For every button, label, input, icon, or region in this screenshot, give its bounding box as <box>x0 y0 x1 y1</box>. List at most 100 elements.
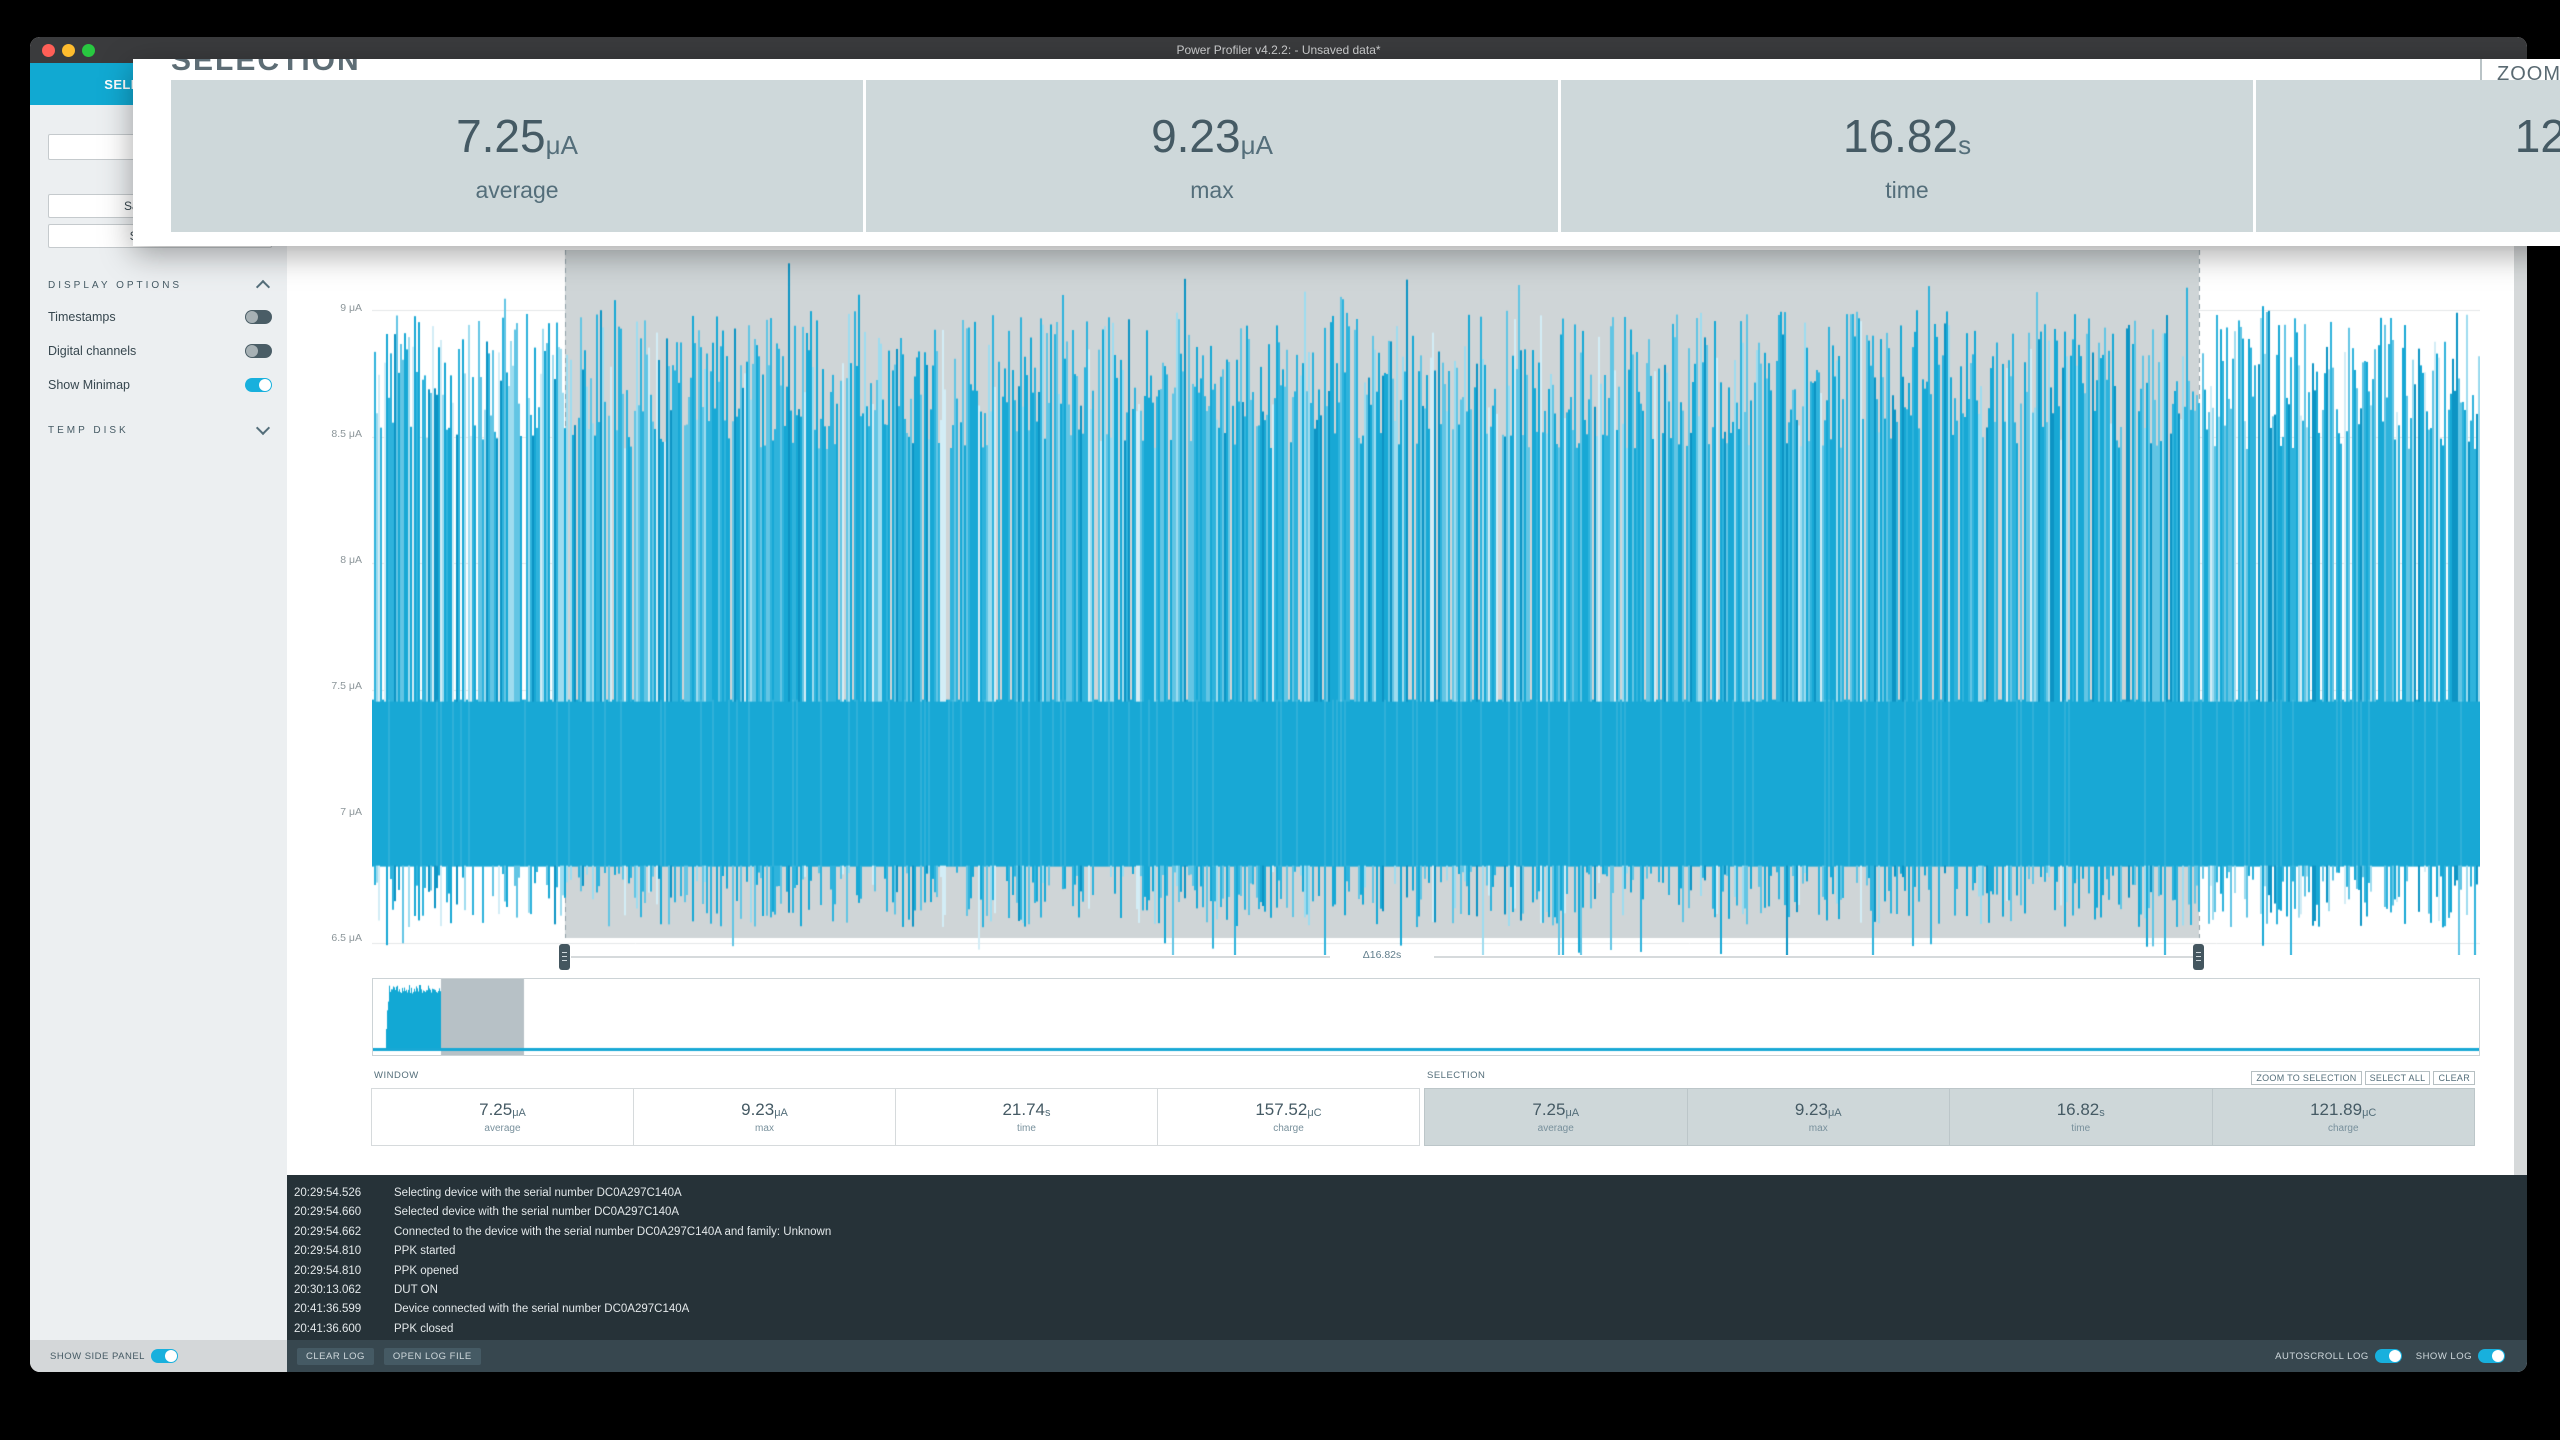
y-axis-tick: 9 μA <box>282 302 362 314</box>
stat-label: time <box>1017 1123 1036 1134</box>
screen: Power Profiler v4.2.2: - Unsaved data* S… <box>0 0 2560 1440</box>
overlay-heading: SELECTION <box>171 59 361 78</box>
log-message: PPK closed <box>394 1323 453 1335</box>
log-footer-bar: CLEAR LOG OPEN LOG FILE AUTOSCROLL LOG S… <box>287 1340 2527 1372</box>
grip-icon <box>2196 952 2201 963</box>
stat-value: 121.89μC <box>2310 1100 2376 1120</box>
log-row: 20:29:54.810PPK started <box>287 1242 2527 1261</box>
sidebar: Save / Export Screenshot DISPLAY OPTIONS… <box>30 105 287 1340</box>
toggle-knob <box>165 1350 177 1362</box>
log-message: PPK opened <box>394 1265 459 1277</box>
minimap[interactable] <box>372 978 2480 1056</box>
selection-action-button[interactable]: CLEAR <box>2433 1071 2475 1085</box>
display-option-row: Show Minimap <box>48 375 272 395</box>
toggle-knob <box>2389 1350 2401 1362</box>
show-side-panel-toggle[interactable] <box>151 1349 178 1363</box>
log-timestamp: 20:29:54.526 <box>294 1184 380 1203</box>
overlay-stat-label: max <box>1190 177 1233 204</box>
chevron-down-icon[interactable] <box>256 421 270 435</box>
stat-card: 9.23μA max <box>633 1088 896 1146</box>
side-panel-footer-bar: SHOW SIDE PANEL <box>30 1340 287 1372</box>
toggle-switch[interactable] <box>245 310 272 324</box>
toggle-knob <box>246 345 258 357</box>
display-option-label: Show Minimap <box>48 378 130 392</box>
y-axis-tick: 8.5 μA <box>282 428 362 440</box>
display-options-header[interactable]: DISPLAY OPTIONS <box>48 280 182 291</box>
overlay-stat-card: 7.25μA average <box>171 80 863 232</box>
toggle-switch[interactable] <box>245 378 272 392</box>
stat-card: 7.25μA average <box>371 1088 634 1146</box>
toggle-switch[interactable] <box>245 344 272 358</box>
selection-action-button[interactable]: ZOOM TO SELECTION <box>2251 1071 2361 1085</box>
display-option-label: Timestamps <box>48 310 116 324</box>
window-stats-row: 7.25μA average 9.23μA max 21.74s time 15… <box>372 1088 1420 1146</box>
stat-card: 7.25μA average <box>1424 1088 1688 1146</box>
magnified-selection-overlay: SELECTION ZOOM TO SELECTION 7.25μA avera… <box>133 59 2560 246</box>
chevron-up-icon[interactable] <box>256 280 270 294</box>
log-timestamp: 20:29:54.810 <box>294 1242 380 1261</box>
selection-handle-left[interactable] <box>559 944 570 970</box>
autoscroll-log-control: AUTOSCROLL LOG <box>2275 1349 2402 1363</box>
temp-disk-header[interactable]: TEMP DISK <box>48 425 129 436</box>
selection-delta-label: Δ16.82s <box>1330 949 1434 961</box>
log-timestamp: 20:41:36.599 <box>294 1300 380 1319</box>
display-option-label: Digital channels <box>48 344 136 358</box>
overlay-stat-card: 9.23μA max <box>866 80 1558 232</box>
log-timestamp: 20:29:54.810 <box>294 1262 380 1281</box>
footer-right-controls: AUTOSCROLL LOG SHOW LOG <box>2275 1349 2527 1363</box>
log-row: 20:29:54.662Connected to the device with… <box>287 1223 2527 1242</box>
selection-handle-right[interactable] <box>2193 944 2204 970</box>
window-stats-title: WINDOW <box>374 1070 419 1081</box>
show-side-panel-label: SHOW SIDE PANEL <box>50 1351 145 1362</box>
log-message: Selected device with the serial number D… <box>394 1206 679 1218</box>
stat-value: 7.25μA <box>479 1100 526 1120</box>
log-row: 20:41:36.600 PPK closed <box>287 1320 2527 1339</box>
grip-icon <box>562 952 567 963</box>
stat-card: 16.82s time <box>1949 1088 2213 1146</box>
clear-log-button[interactable]: CLEAR LOG <box>297 1348 374 1365</box>
log-timestamp: 20:30:13.062 <box>294 1281 380 1300</box>
y-axis-tick: 6.5 μA <box>282 932 362 944</box>
overlay-stat-value: 7.25μA <box>456 109 578 163</box>
minimap-canvas[interactable] <box>373 979 2479 1055</box>
stat-card: 9.23μA max <box>1687 1088 1951 1146</box>
stat-value: 157.52μC <box>1255 1100 1321 1120</box>
autoscroll-log-label: AUTOSCROLL LOG <box>2275 1351 2369 1362</box>
y-axis-tick: 7 μA <box>282 806 362 818</box>
stat-label: charge <box>1273 1123 1304 1134</box>
current-waveform-chart[interactable] <box>372 250 2480 955</box>
overlay-heading-clip: SELECTION <box>171 59 361 78</box>
y-axis-tick: 8 μA <box>282 554 362 566</box>
toggle-knob <box>246 311 258 323</box>
log-timestamp: 20:41:36.600 <box>294 1320 380 1339</box>
show-log-toggle[interactable] <box>2478 1349 2505 1363</box>
stat-card: 157.52μC charge <box>1157 1088 1420 1146</box>
window-title: Power Profiler v4.2.2: - Unsaved data* <box>30 43 2527 57</box>
overlay-stat-label: average <box>475 177 558 204</box>
log-row: 20:29:54.526 Selecting device with the se… <box>287 1184 2527 1203</box>
log-row: 20:30:13.062 DUT ON <box>287 1281 2527 1300</box>
stat-label: max <box>755 1123 774 1134</box>
show-log-label: SHOW LOG <box>2416 1351 2472 1362</box>
log-message: Device connected with the serial number … <box>394 1303 689 1315</box>
stat-value: 7.25μA <box>1532 1100 1579 1120</box>
overlay-stat-value: 9.23μA <box>1151 109 1273 163</box>
stat-card: 21.74s time <box>895 1088 1158 1146</box>
overlay-stat-label: time <box>1885 177 1928 204</box>
log-message: Selecting device with the serial number … <box>394 1187 682 1199</box>
log-panel[interactable]: 20:29:54.526 Selecting device with the se… <box>287 1175 2527 1340</box>
overlay-stat-value: 16.82s <box>1843 109 1971 163</box>
display-option-row: Timestamps <box>48 307 272 327</box>
show-log-control: SHOW LOG <box>2416 1349 2505 1363</box>
log-timestamp: 20:29:54.660 <box>294 1203 380 1222</box>
selection-action-button[interactable]: SELECT ALL <box>2365 1071 2431 1085</box>
stat-label: average <box>484 1123 520 1134</box>
autoscroll-log-toggle[interactable] <box>2375 1349 2402 1363</box>
log-message: Connected to the device with the serial … <box>394 1226 831 1238</box>
toggle-knob <box>259 379 271 391</box>
open-log-file-button[interactable]: OPEN LOG FILE <box>384 1348 481 1365</box>
log-message: DUT ON <box>394 1284 438 1296</box>
log-row: 20:41:36.599 Device connected with the se… <box>287 1300 2527 1319</box>
toggle-knob <box>2492 1350 2504 1362</box>
overlay-stat-card: 121.89μC charge <box>2256 80 2560 232</box>
